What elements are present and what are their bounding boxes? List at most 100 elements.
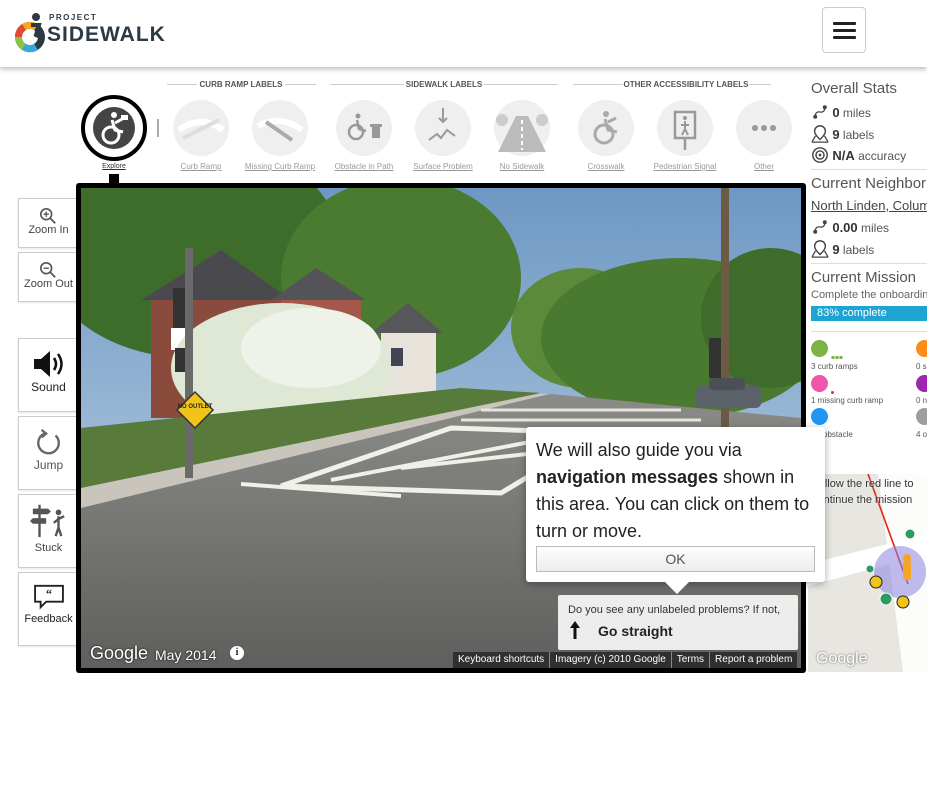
terms-link[interactable]: Terms bbox=[672, 652, 711, 668]
stuck-icon bbox=[30, 504, 65, 538]
missing-curb-ramp-button[interactable] bbox=[252, 100, 308, 156]
report-problem-link[interactable]: Report a problem bbox=[710, 652, 797, 668]
missing-curb-ramp-label: Missing Curb Ramp bbox=[244, 162, 316, 171]
stuck-button[interactable]: Stuck bbox=[18, 494, 77, 568]
other-group-title: OTHER ACCESSIBILITY LABELS bbox=[623, 80, 749, 89]
pedestrian-signal-icon bbox=[673, 110, 697, 150]
pedestrian-signal-button[interactable] bbox=[657, 100, 713, 156]
logo-project-text: PROJECT bbox=[49, 13, 98, 22]
streetview-footer: Keyboard shortcuts Imagery (c) 2010 Goog… bbox=[453, 652, 798, 668]
feedback-button[interactable]: “ Feedback bbox=[18, 572, 77, 646]
zoom-out-label: Zoom Out bbox=[24, 278, 73, 290]
map-pin-icon bbox=[811, 240, 829, 258]
current-mission-title: Current Mission bbox=[811, 269, 917, 286]
surface-count: 0 s bbox=[916, 362, 927, 371]
minimap-instruction: Follow the red line to continue the miss… bbox=[812, 478, 914, 506]
route-icon bbox=[813, 220, 827, 234]
other-icon bbox=[752, 125, 776, 131]
surface-count-icon bbox=[916, 340, 927, 357]
sound-icon bbox=[34, 351, 63, 377]
minimap-google-watermark: Google bbox=[816, 650, 868, 667]
navigation-action: Go straight bbox=[598, 623, 673, 639]
menu-button[interactable] bbox=[822, 7, 866, 53]
zoom-in-button[interactable]: Zoom In bbox=[18, 198, 77, 248]
arrow-up-icon bbox=[570, 621, 580, 639]
no-sidewalk-label: No Sidewalk bbox=[499, 162, 545, 171]
info-icon[interactable]: i bbox=[230, 646, 244, 660]
obstacle-button[interactable] bbox=[336, 100, 392, 156]
other-label: Other bbox=[753, 162, 774, 171]
target-icon bbox=[812, 147, 828, 163]
missing-curb-ramp-icon bbox=[256, 117, 304, 142]
neighborhood-labels-row: 9 labels bbox=[811, 240, 874, 260]
explore-label: Explore bbox=[102, 163, 126, 170]
current-neighborhood-title: Current Neighborhood bbox=[811, 175, 927, 192]
other-count: 4 o bbox=[916, 430, 927, 439]
no-sidewalk-icon bbox=[496, 114, 548, 152]
mission-progress-bar: 83% complete bbox=[811, 306, 927, 321]
hamburger-icon bbox=[833, 22, 856, 25]
curb-ramp-count: 3 curb ramps bbox=[811, 362, 858, 371]
curb-ramp-button[interactable] bbox=[173, 100, 229, 156]
overall-stats-title: Overall Stats bbox=[811, 80, 897, 97]
surface-problem-label: Surface Problem bbox=[413, 162, 473, 171]
neighborhood-name[interactable]: North Linden, Columbus bbox=[811, 198, 927, 218]
jump-button[interactable]: Jump bbox=[18, 416, 77, 490]
no-outlet-sign-text: NO OUTLET bbox=[178, 404, 213, 410]
onboarding-message: We will also guide you via navigation me… bbox=[536, 440, 810, 541]
curb-ramp-icon bbox=[177, 118, 225, 140]
no-sidewalk-button[interactable] bbox=[494, 100, 550, 156]
imagery-credit: Imagery (c) 2010 Google bbox=[550, 652, 672, 668]
ok-button[interactable]: OK bbox=[536, 546, 815, 572]
surface-problem-button[interactable] bbox=[415, 100, 471, 156]
google-watermark: Google bbox=[90, 643, 149, 663]
no-sidewalk-count: 0 n bbox=[916, 396, 927, 405]
sound-button[interactable]: Sound bbox=[18, 338, 77, 412]
other-count-icon bbox=[916, 408, 927, 425]
zoom-out-button[interactable]: Zoom Out bbox=[18, 252, 77, 302]
map-pin-icon bbox=[811, 125, 829, 143]
minimap[interactable]: Follow the red line to continue the miss… bbox=[808, 474, 927, 672]
zoom-in-label: Zoom In bbox=[28, 224, 69, 236]
overall-labels-row: 9 labels bbox=[811, 125, 874, 145]
obstacle-icon bbox=[347, 113, 382, 141]
keyboard-shortcuts-link[interactable]: Keyboard shortcuts bbox=[453, 652, 551, 668]
navigation-question: Do you see any unlabeled problems? If no… bbox=[568, 604, 781, 616]
overall-miles-row: 0 miles bbox=[811, 104, 871, 124]
navigation-messages-emphasis: navigation messages bbox=[536, 467, 719, 487]
overall-accuracy-row: N/A accuracy bbox=[811, 146, 906, 166]
header: PROJECT SIDEWALK bbox=[0, 0, 927, 67]
imagery-date: May 2014 bbox=[155, 647, 217, 663]
feedback-icon: “ bbox=[34, 584, 64, 610]
neighborhood-miles-row: 0.00 miles bbox=[811, 219, 889, 239]
crosswalk-button[interactable] bbox=[578, 100, 634, 156]
curb-ramp-count-icon bbox=[811, 340, 828, 357]
no-sidewalk-count-icon bbox=[916, 375, 927, 392]
sound-label: Sound bbox=[31, 380, 66, 394]
crosswalk-label: Crosswalk bbox=[587, 162, 625, 171]
stuck-label: Stuck bbox=[34, 542, 63, 554]
logo-sidewalk-text: SIDEWALK bbox=[47, 23, 166, 46]
jump-icon bbox=[37, 428, 60, 455]
other-button[interactable] bbox=[736, 100, 792, 156]
missing-curb-ramp-count-icon bbox=[811, 375, 828, 392]
navigation-message[interactable]: Do you see any unlabeled problems? If no… bbox=[558, 595, 798, 650]
jump-label: Jump bbox=[33, 458, 64, 472]
curb-ramp-group-title: CURB RAMP LABELS bbox=[199, 80, 283, 89]
obstacle-label: Obstacle in Path bbox=[334, 162, 394, 171]
surface-problem-icon bbox=[428, 108, 456, 141]
curb-ramp-label: Curb Ramp bbox=[180, 162, 222, 171]
route-icon bbox=[813, 105, 827, 119]
feedback-label: Feedback bbox=[24, 613, 73, 625]
zoom-in-icon bbox=[39, 207, 56, 224]
zoom-out-icon bbox=[39, 261, 56, 278]
onboarding-popup: We will also guide you via navigation me… bbox=[526, 427, 825, 582]
pedestrian-signal-label: Pedestrian Signal bbox=[653, 162, 717, 171]
obstacle-count: obstacle bbox=[823, 430, 853, 439]
svg-text:“: “ bbox=[46, 587, 52, 601]
obstacle-count-icon bbox=[811, 408, 828, 425]
explore-button[interactable] bbox=[81, 95, 147, 161]
crosswalk-icon bbox=[593, 111, 618, 145]
explore-icon bbox=[93, 107, 135, 149]
missing-curb-ramp-count: 1 missing curb ramp bbox=[811, 396, 884, 405]
